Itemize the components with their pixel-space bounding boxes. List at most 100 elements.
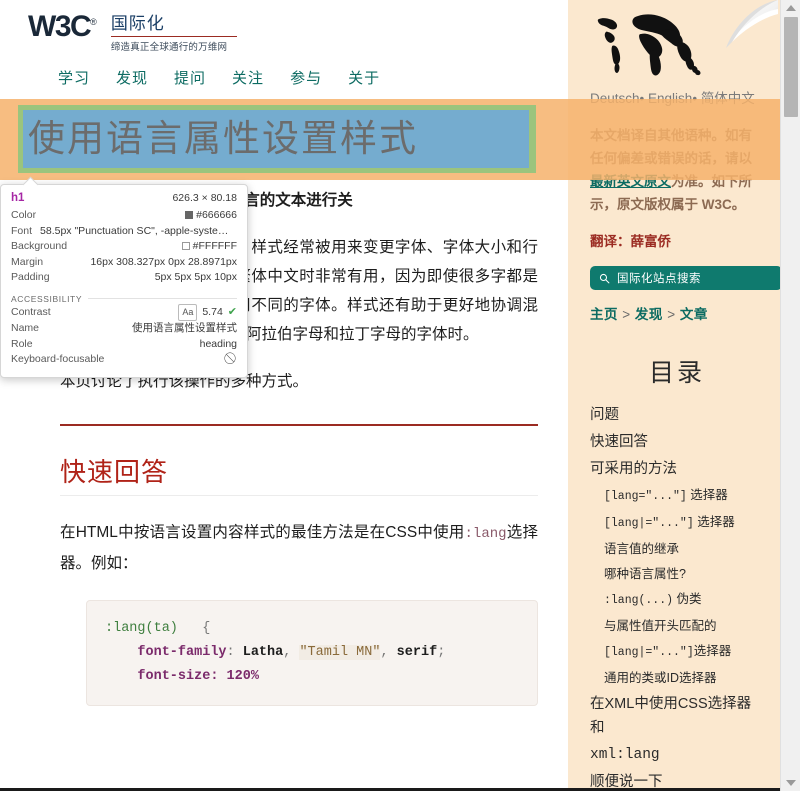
tooltip-row-font: Font 58.5px "Punctuation SC", -apple-sys… [11,224,237,240]
breadcrumb-item-home[interactable]: 主页 [590,307,618,322]
nav-item-learn[interactable]: 学习 [58,67,90,88]
list-item[interactable]: 可采用的方法 [590,457,764,481]
toc-tail-4: 选择器 [693,515,735,529]
tooltip-row-contrast: Contrast Aa 5.74 ✔︎ [11,303,237,321]
right-sidebar: Deutsch• English• 简体中文 本文档译自其他语种。如有任何偏差或… [568,0,780,791]
tooltip-row-margin: Margin 16px 308.327px 0px 28.8971px [11,255,237,271]
list-item[interactable]: [lang|="..."] 选择器 [590,511,764,535]
toc-item-prefix-match[interactable]: 与属性值开头匹配的 [604,615,764,637]
scrollbar-thumb[interactable] [784,17,798,117]
breadcrumb-item-discover[interactable]: 发现 [635,307,663,322]
toc-item-which-lang-attribute[interactable]: 哪种语言属性? [604,563,764,585]
language-link-deutsch[interactable]: Deutsch [590,91,640,106]
section-heading-quick-answer: 快速回答 [60,457,169,487]
tooltip-label-name: Name [11,322,40,334]
toc-item-approaches[interactable]: 可采用的方法 [590,457,764,481]
code-value-tamil-mn: "Tamil MN" [299,645,381,660]
list-item[interactable]: 通用的类或ID选择器 [590,667,764,689]
toc-code-lang-pipe-eq-2: [lang|="..."] [604,646,694,659]
list-item[interactable]: 哪种语言属性? [590,563,764,585]
list-item[interactable]: 问题 [590,403,764,427]
contrast-ratio-value: 5.74 [202,305,223,318]
scroll-up-arrow-icon[interactable] [781,0,800,16]
list-item[interactable]: xml:lang [590,743,764,767]
translation-source-link[interactable]: 最新英文原文 [590,174,671,189]
code-value-latha: Latha [242,645,284,660]
nav-item-ask[interactable]: 提问 [174,67,206,88]
toc-code-lang-pseudo: :lang(...) [604,594,674,607]
list-item[interactable]: [lang|="..."]选择器 [590,640,764,664]
aa-badge: Aa [178,303,198,321]
toc-item-inheritance[interactable]: 语言值的继承 [604,538,764,560]
toc-code-lang-pipe-eq: [lang|="..."] [604,517,694,530]
search-icon [599,273,610,283]
translation-notice-part1: 本文档译自其他语种。如有任何偏差或错误的话，请以 [590,128,752,166]
tooltip-value-name: 使用语言属性设置样式 [132,322,237,334]
tooltip-label-role: Role [11,337,33,350]
toc-item-lang-pipe-eq-selector[interactable]: [lang|="..."] 选择器 [604,511,764,535]
toc-title: 目录 [648,359,705,387]
list-item[interactable]: 快速回答 [590,430,764,454]
lang-sep-2: • [692,91,698,106]
list-item[interactable]: 语言值的继承 [590,538,764,560]
list-item[interactable]: 与属性值开头匹配的 [590,615,764,637]
toc-tail-9: 选择器 [693,644,732,658]
w3c-logo[interactable]: W3C® [28,12,97,42]
scroll-down-arrow-icon[interactable] [781,775,800,791]
toc-code-lang-eq: [lang="..."] [604,490,687,503]
tooltip-row-padding: Padding 5px 5px 5px 10px [11,270,237,286]
tooltip-row-background: Background #FFFFFF [11,239,237,255]
toc-item-css-in-xml[interactable]: 在XML中使用CSS选择器和 [590,692,764,740]
registered-mark: ® [90,17,97,27]
nav-item-about[interactable]: 关于 [348,67,380,88]
tooltip-row-name: Name 使用语言属性设置样式 [11,321,237,337]
toc-item-quick-answer[interactable]: 快速回答 [590,430,764,454]
tooltip-value-role: heading [199,337,237,350]
list-item[interactable]: :lang(...) 伪类 [590,588,764,612]
inspected-element-tag: h1 [11,192,25,204]
tooltip-row-role: Role heading [11,337,237,353]
tooltip-label-color: Color [11,209,37,221]
i18n-site-search-button[interactable]: 国际化站点搜索 [590,266,780,290]
breadcrumb: 主页 > 发现 > 文章 [590,303,764,323]
toc-tail-3: 选择器 [686,488,728,502]
tooltip-value-color: #666666 [185,208,237,224]
tooltip-value-color-text: #666666 [196,209,237,221]
toc-item-class-or-id-selector[interactable]: 通用的类或ID选择器 [604,667,764,689]
toc-item-xml-lang[interactable]: xml:lang [590,743,764,767]
quick-answer-paragraph: 在HTML中按语言设置内容样式的最佳方法是在CSS中使用:lang选择器。例如： [60,518,538,578]
toc-item-problem[interactable]: 问题 [590,403,764,427]
toc-item-lang-pseudo-class[interactable]: :lang(...) 伪类 [604,588,764,612]
contrast-pass-icon: ✔︎ [227,305,237,318]
quick-answer-text-pre: 在HTML中按语言设置内容样式的最佳方法是在CSS中使用 [60,524,465,541]
nav-item-discover[interactable]: 发现 [116,67,148,88]
toc-item-lang-eq-selector[interactable]: [lang="..."] 选择器 [604,484,764,508]
toc-item-prefix-match-selector[interactable]: [lang|="..."]选择器 [604,640,764,664]
tooltip-value-background: #FFFFFF [181,239,237,255]
w3c-logo-text: W3C [28,10,92,43]
accessibility-section-label: ACCESSIBILITY [11,293,83,304]
primary-nav: 学习 发现 提问 关注 参与 关于 [28,53,568,98]
toc-tail-7: 伪类 [673,592,702,606]
language-link-english[interactable]: English [648,91,692,106]
lang-pseudo-class-code: :lang [464,526,507,542]
tooltip-row-color: Color #666666 [11,208,237,224]
tooltip-label-padding: Padding [11,271,50,283]
tooltip-label-font: Font [11,224,33,237]
world-map-icon [597,14,701,76]
nav-item-follow[interactable]: 关注 [232,67,264,88]
section-divider-red [60,424,538,426]
language-link-simplified-chinese[interactable]: 简体中文 [701,91,755,106]
brand-divider [110,35,237,37]
code-selector: :lang(ta) [105,621,178,636]
vertical-scrollbar[interactable] [780,0,800,791]
accessibility-section-header: ACCESSIBILITY [11,294,237,304]
tooltip-value-background-text: #FFFFFF [192,240,237,252]
list-item[interactable]: 在XML中使用CSS选择器和 [590,692,764,740]
nav-item-join[interactable]: 参与 [290,67,322,88]
breadcrumb-item-articles[interactable]: 文章 [680,307,708,322]
site-logo-row[interactable]: W3C® 国际化 缔造真正全球通行的万维网 [28,12,568,53]
list-item[interactable]: [lang="..."] 选择器 [590,484,764,508]
accessibility-header-rule [88,298,237,299]
table-of-contents: 问题 快速回答 可采用的方法 [lang="..."] 选择器 [lang|="… [590,403,764,791]
